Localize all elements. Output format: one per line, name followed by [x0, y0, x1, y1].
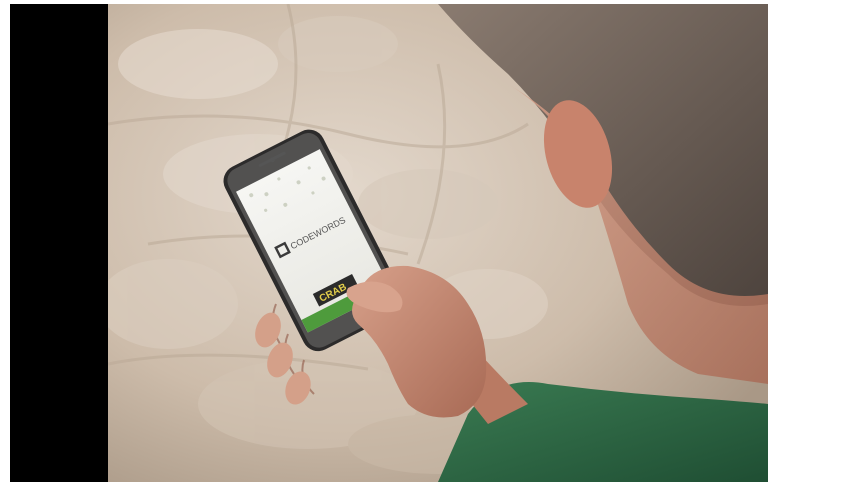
photo-scene: CODEWORDS CRAB: [108, 4, 768, 482]
photo: CODEWORDS CRAB: [108, 4, 768, 482]
video-frame: CODEWORDS CRAB: [0, 0, 858, 485]
